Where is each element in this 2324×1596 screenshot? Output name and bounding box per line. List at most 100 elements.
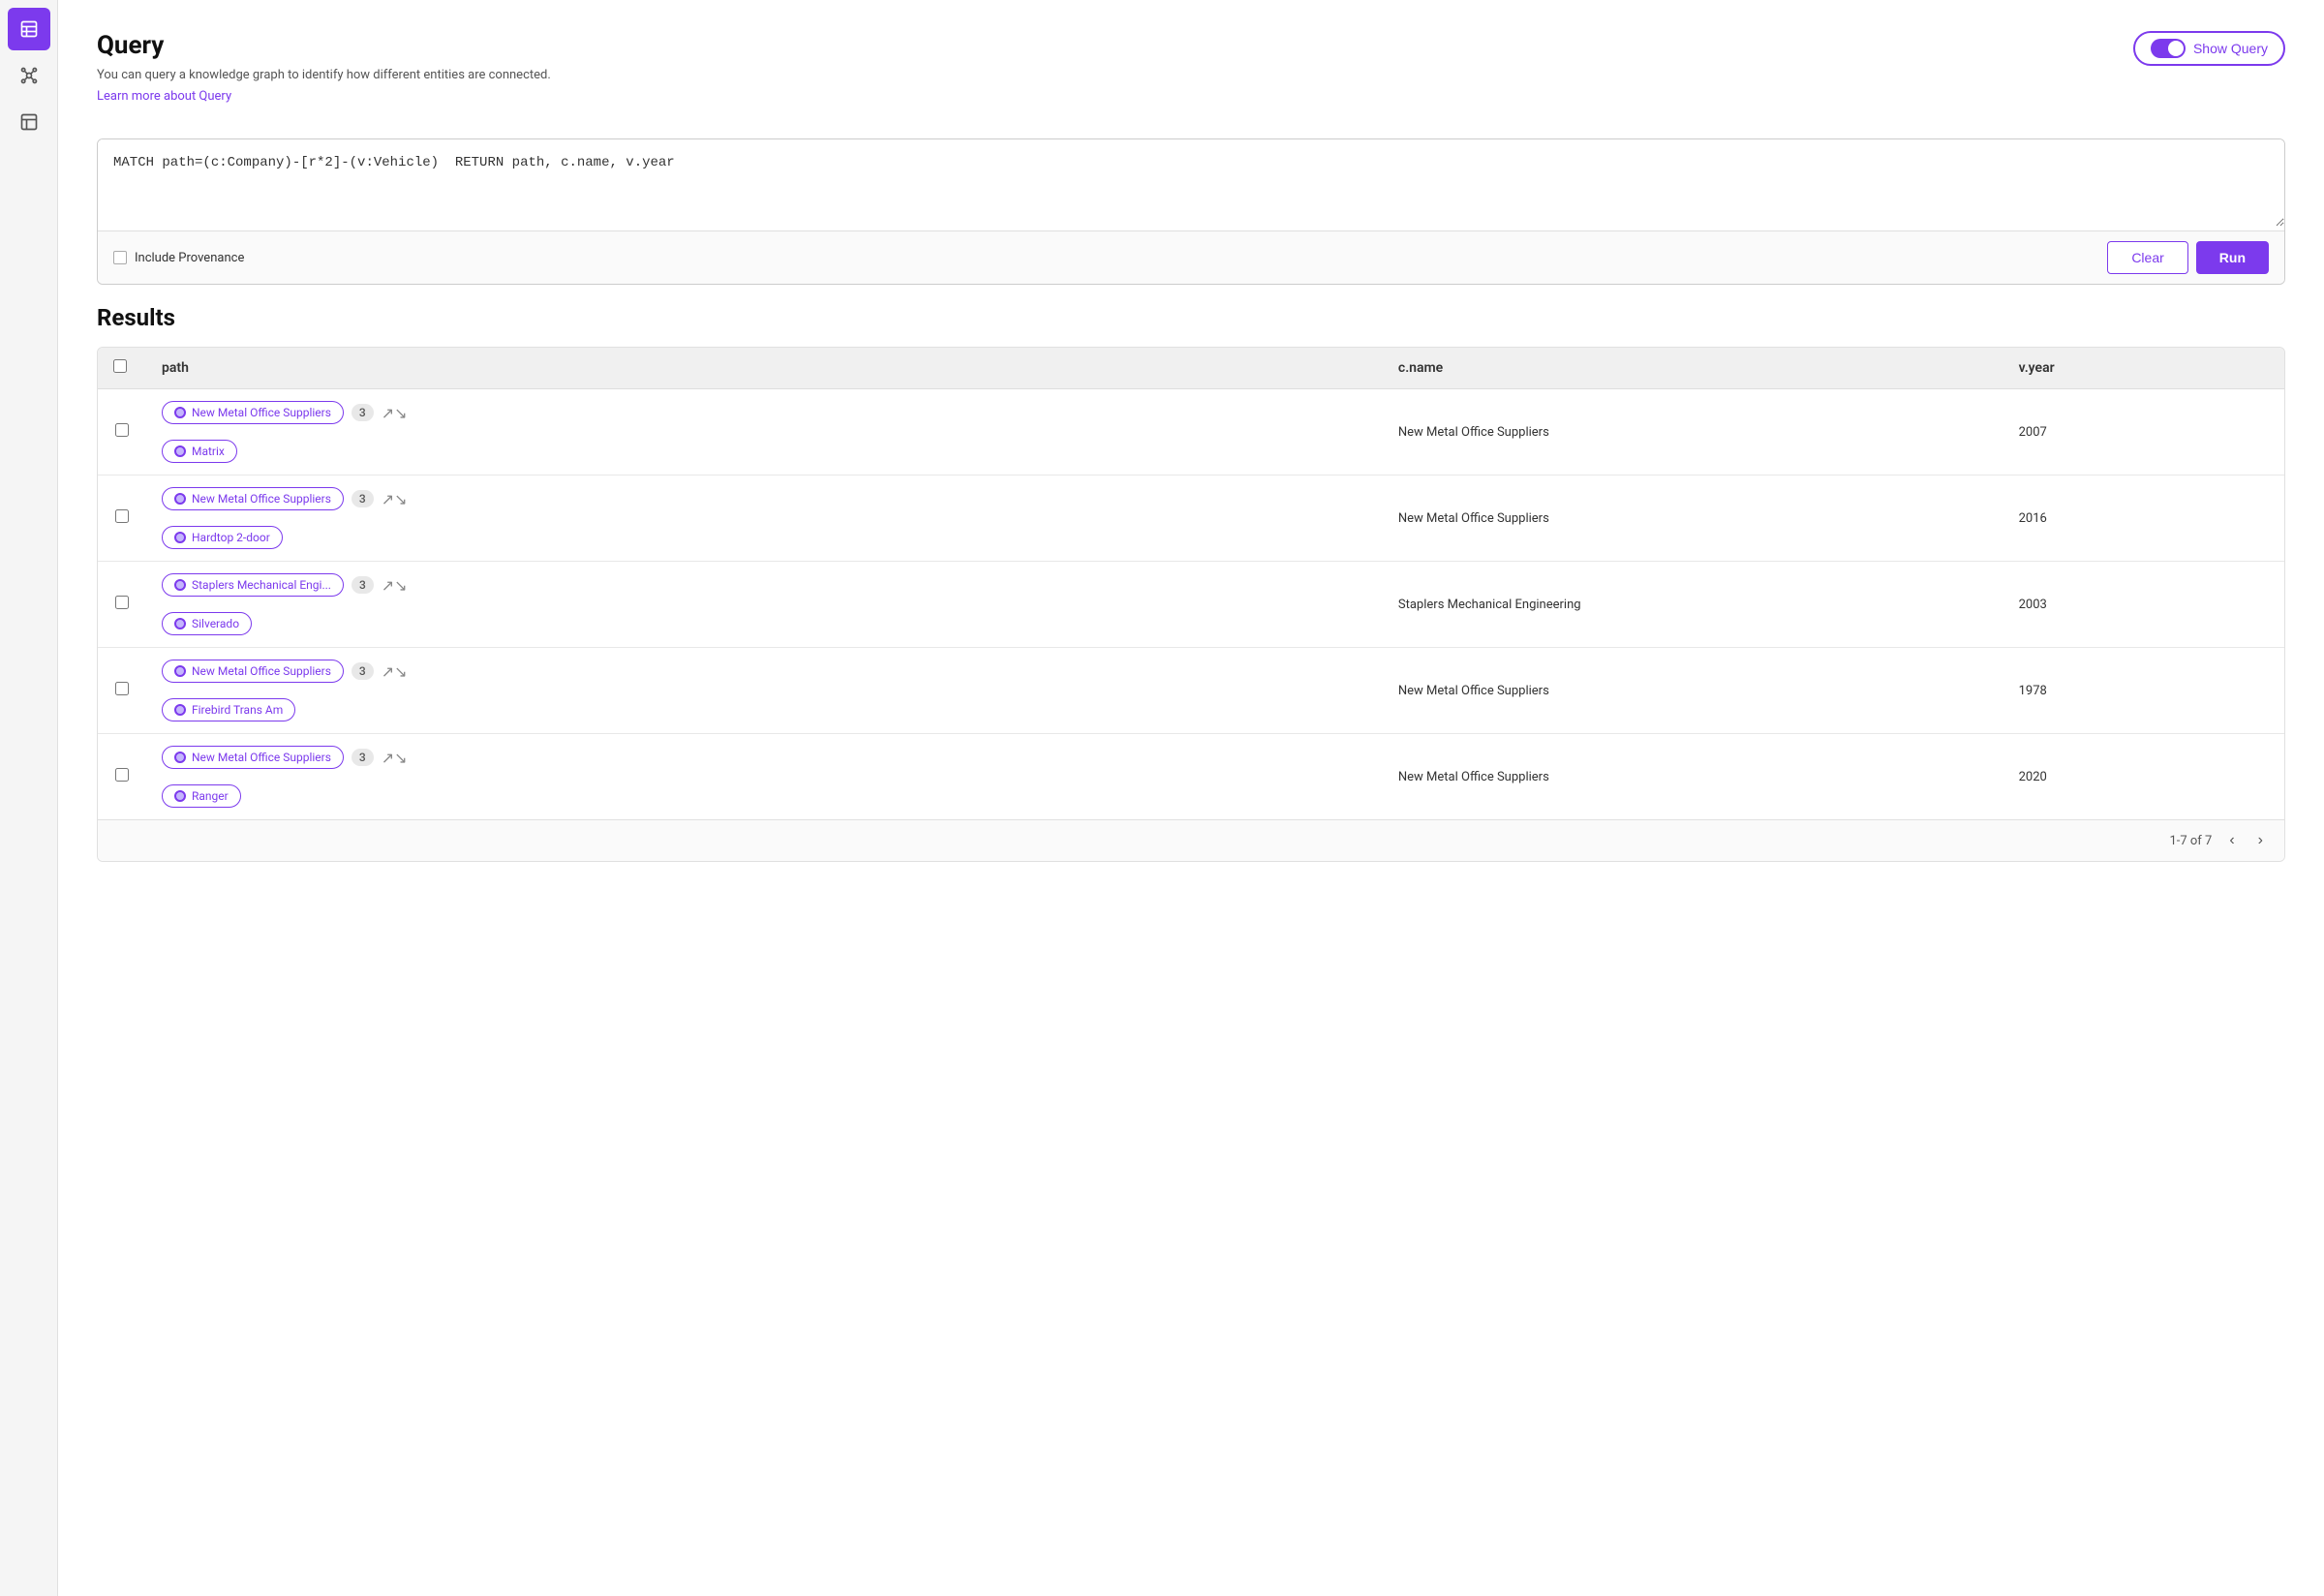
path-tag-secondary-label: Ranger [192, 789, 229, 803]
show-query-toggle[interactable]: Show Query [2133, 31, 2285, 66]
button-group: Clear Run [2107, 241, 2269, 274]
row-checkbox-4[interactable] [115, 768, 129, 782]
path-tag-primary[interactable]: Staplers Mechanical Engi... [162, 573, 344, 597]
path-tag-primary-label: New Metal Office Suppliers [192, 664, 331, 678]
row-path-cell: New Metal Office Suppliers 3 ↗↘ Firebird Tr… [146, 648, 1383, 734]
path-tag-secondary-label: Hardtop 2-door [192, 531, 270, 544]
row-cname: New Metal Office Suppliers [1383, 389, 2003, 476]
path-tag-secondary-label: Silverado [192, 617, 239, 630]
path-tag-secondary-label: Firebird Trans Am [192, 703, 283, 717]
toggle-switch-icon [2151, 39, 2186, 58]
page-subtitle: You can query a knowledge graph to ident… [97, 68, 551, 82]
pagination-prev-button[interactable]: ‹ [2223, 830, 2240, 851]
pagination-info: 1-7 of 7 [2169, 834, 2212, 848]
row-vyear: 1978 [2003, 648, 2284, 734]
path-cell-content: New Metal Office Suppliers 3 ↗↘ Firebird Tr… [162, 660, 1367, 721]
path-tag-dot-secondary-icon [174, 532, 186, 543]
path-tag-dot-icon [174, 665, 186, 677]
run-button[interactable]: Run [2196, 241, 2269, 274]
header-left: Query You can query a knowledge graph to… [97, 31, 551, 123]
path-cell-content: New Metal Office Suppliers 3 ↗↘ Ranger [162, 746, 1367, 808]
path-arrow-icon: ↗↘ [382, 576, 408, 595]
path-tag-primary-label: New Metal Office Suppliers [192, 492, 331, 506]
provenance-text: Include Provenance [135, 251, 244, 265]
path-tag-secondary-label: Matrix [192, 445, 225, 458]
path-tag-secondary[interactable]: Ranger [162, 784, 241, 808]
row-checkbox-cell [98, 734, 146, 820]
pagination-next-button[interactable]: › [2252, 830, 2269, 851]
row-cname: New Metal Office Suppliers [1383, 734, 2003, 820]
query-box: Include Provenance Clear Run [97, 138, 2285, 285]
show-query-label: Show Query [2193, 41, 2268, 56]
row-cname: Staplers Mechanical Engineering [1383, 562, 2003, 648]
page-title: Query [97, 31, 551, 60]
results-table-wrapper: path c.name v.year New Metal Office Supp… [97, 347, 2285, 862]
row-checkbox-2[interactable] [115, 596, 129, 609]
path-arrow-icon: ↗↘ [382, 404, 408, 422]
clear-button[interactable]: Clear [2107, 241, 2187, 274]
table-row: Staplers Mechanical Engi...3↗↘SilveradoS… [98, 562, 2284, 648]
path-tag-secondary[interactable]: Silverado [162, 612, 252, 635]
path-tag-secondary[interactable]: Matrix [162, 440, 237, 463]
path-tag-primary[interactable]: New Metal Office Suppliers [162, 746, 344, 769]
path-hop-badge: 3 [352, 749, 374, 766]
results-table: path c.name v.year New Metal Office Supp… [98, 348, 2284, 819]
row-path-cell: New Metal Office Suppliers 3 ↗↘ Ranger [146, 734, 1383, 820]
learn-more-link[interactable]: Learn more about Query [97, 89, 231, 104]
path-hop-badge: 3 [352, 490, 374, 507]
row-checkbox-1[interactable] [115, 509, 129, 523]
path-tag-dot-secondary-icon [174, 790, 186, 802]
path-tag-dot-secondary-icon [174, 445, 186, 457]
sidebar [0, 0, 58, 1596]
query-textarea[interactable] [98, 139, 2284, 227]
query-footer: Include Provenance Clear Run [98, 230, 2284, 284]
row-checkbox-cell [98, 476, 146, 562]
path-tag-secondary[interactable]: Firebird Trans Am [162, 698, 295, 721]
table-row: New Metal Office Suppliers3↗↘MatrixNew M… [98, 389, 2284, 476]
main-content: Query You can query a knowledge graph to… [58, 0, 2324, 1596]
path-tag-primary[interactable]: New Metal Office Suppliers [162, 660, 344, 683]
table-row: New Metal Office Suppliers3↗↘RangerNew M… [98, 734, 2284, 820]
path-hop-badge: 3 [352, 576, 374, 594]
path-tag-primary-label: New Metal Office Suppliers [192, 751, 331, 764]
sidebar-item-graph[interactable] [8, 54, 50, 97]
row-path-cell: New Metal Office Suppliers 3 ↗↘ Hardtop 2-d… [146, 476, 1383, 562]
path-tag-secondary[interactable]: Hardtop 2-door [162, 526, 283, 549]
path-arrow-icon: ↗↘ [382, 490, 408, 508]
table-footer: 1-7 of 7 ‹ › [98, 819, 2284, 861]
sidebar-item-expand[interactable] [8, 101, 50, 143]
path-tag-dot-icon [174, 407, 186, 418]
select-all-checkbox[interactable] [113, 359, 127, 373]
path-arrow-icon: ↗↘ [382, 662, 408, 681]
path-arrow-icon: ↗↘ [382, 749, 408, 767]
header-cname: c.name [1383, 348, 2003, 389]
provenance-checkbox-icon [113, 251, 127, 264]
provenance-label[interactable]: Include Provenance [113, 251, 244, 265]
row-vyear: 2016 [2003, 476, 2284, 562]
header-row: Query You can query a knowledge graph to… [97, 31, 2285, 123]
row-path-cell: Staplers Mechanical Engi... 3 ↗↘ Silverado [146, 562, 1383, 648]
row-cname: New Metal Office Suppliers [1383, 648, 2003, 734]
row-checkbox-0[interactable] [115, 423, 129, 437]
table-header-row: path c.name v.year [98, 348, 2284, 389]
row-vyear: 2003 [2003, 562, 2284, 648]
path-tag-dot-icon [174, 579, 186, 591]
row-checkbox-3[interactable] [115, 682, 129, 695]
row-vyear: 2007 [2003, 389, 2284, 476]
row-vyear: 2020 [2003, 734, 2284, 820]
table-row: New Metal Office Suppliers 3 ↗↘ Firebird Tr… [98, 648, 2284, 734]
sidebar-item-table[interactable] [8, 8, 50, 50]
path-hop-badge: 3 [352, 404, 374, 421]
path-tag-primary[interactable]: New Metal Office Suppliers [162, 487, 344, 510]
path-cell-content: Staplers Mechanical Engi... 3 ↗↘ Silverado [162, 573, 1367, 635]
path-tag-dot-secondary-icon [174, 704, 186, 716]
path-tag-dot-icon [174, 752, 186, 763]
path-hop-badge: 3 [352, 662, 374, 680]
path-tag-primary-label: Staplers Mechanical Engi... [192, 578, 331, 592]
row-path-cell: New Metal Office Suppliers 3 ↗↘ Matrix [146, 389, 1383, 476]
row-checkbox-cell [98, 389, 146, 476]
row-checkbox-cell [98, 648, 146, 734]
header-vyear: v.year [2003, 348, 2284, 389]
path-tag-primary[interactable]: New Metal Office Suppliers [162, 401, 344, 424]
row-checkbox-cell [98, 562, 146, 648]
